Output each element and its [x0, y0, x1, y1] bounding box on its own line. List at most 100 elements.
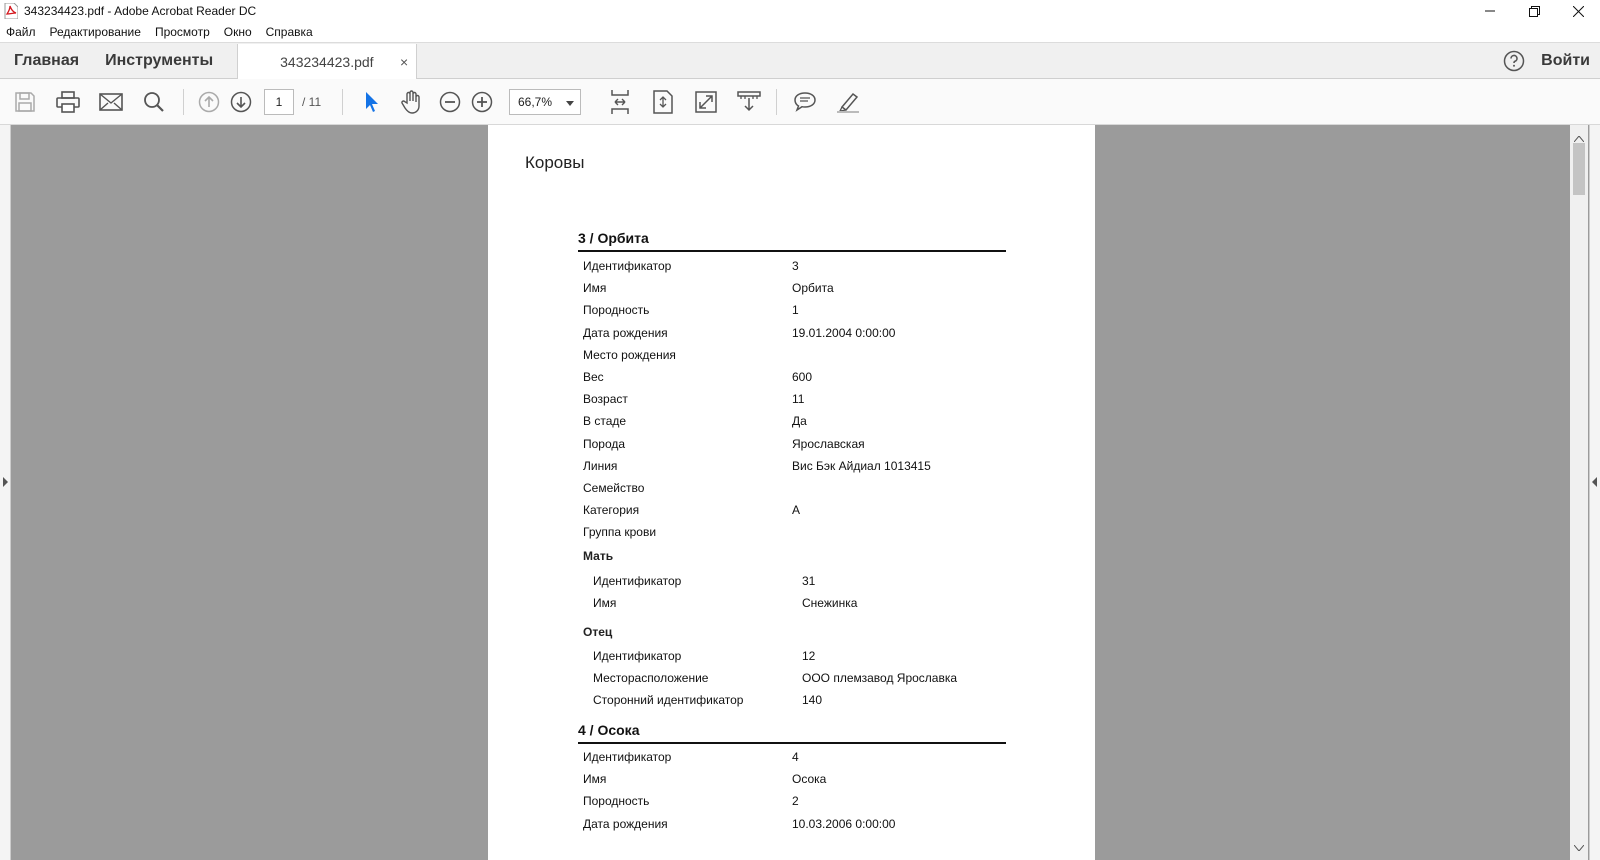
document-tab-label: 343234423.pdf: [280, 53, 374, 70]
field-value: 12: [802, 648, 816, 663]
field-row: Идентификатор 4: [578, 746, 1006, 768]
field-label: Семейство: [583, 480, 645, 495]
close-window-button[interactable]: [1556, 0, 1600, 22]
field-label: В стаде: [583, 414, 627, 429]
login-button[interactable]: Войти: [1541, 43, 1600, 78]
tab-tools[interactable]: Инструменты: [93, 43, 227, 78]
field-label: Имя: [583, 281, 607, 296]
record-osoka: 4 / Осока Идентификатор 4 Имя Осока Породн…: [578, 722, 1006, 835]
highlight-pen-icon[interactable]: [829, 86, 867, 118]
field-value: ООО племзавод Ярославка: [802, 671, 958, 686]
previous-page-icon[interactable]: [194, 86, 224, 118]
scrollbar-thumb[interactable]: [1573, 143, 1585, 195]
field-label: Месторасположение: [593, 671, 709, 686]
field-value: Осока: [792, 772, 827, 787]
field-label: Категория: [583, 503, 640, 518]
email-icon[interactable]: [92, 86, 130, 118]
record-heading: 4 / Осока: [578, 722, 1006, 744]
hand-tool-icon[interactable]: [393, 86, 431, 118]
zoom-level-value: 66,7%: [518, 94, 553, 109]
field-value: 2: [792, 794, 799, 809]
field-value: 140: [802, 693, 823, 708]
close-tab-icon[interactable]: ×: [400, 54, 408, 70]
title-bar: 343234423.pdf - Adobe Acrobat Reader DC: [0, 0, 1600, 22]
mother-heading: Мать: [583, 549, 614, 564]
scroll-mode-icon[interactable]: [601, 86, 639, 118]
field-label: Идентификатор: [583, 750, 672, 765]
print-icon[interactable]: [49, 86, 87, 118]
zoom-level-select[interactable]: 66,7%: [509, 88, 581, 115]
expand-right-panel-icon: [1592, 477, 1597, 487]
field-label: Идентификатор: [593, 573, 682, 588]
field-label: Породность: [583, 794, 650, 809]
field-value: 600: [792, 370, 813, 385]
father-block: Отец Идентификатор 12 Месторасположение ОО…: [578, 619, 1006, 712]
menu-edit[interactable]: Редактирование: [50, 25, 141, 39]
field-label: Дата рождения: [583, 816, 668, 831]
record-orbita: 3 / Орбита Идентификатор 3 Имя Орбита Поро…: [578, 230, 1006, 711]
field-value: А: [792, 503, 801, 518]
father-heading: Отец: [583, 624, 613, 639]
field-value: Ярославская: [792, 436, 865, 451]
vertical-scrollbar[interactable]: [1570, 125, 1588, 860]
full-screen-icon[interactable]: [687, 86, 725, 118]
record-heading: 3 / Орбита: [578, 230, 1006, 252]
field-row: Линия Вис Бэк Айдиал 1013415: [578, 455, 1006, 477]
restore-button[interactable]: [1512, 0, 1556, 22]
zoom-out-icon[interactable]: [435, 86, 465, 118]
toolbar: 1 / 11 66,7%: [0, 79, 1600, 125]
field-value: 1: [792, 303, 799, 318]
document-title: Коровы: [525, 153, 585, 172]
field-value: 10.03.2006 0:00:00: [792, 816, 896, 831]
comment-icon[interactable]: [786, 86, 824, 118]
field-row: Вес 600: [578, 366, 1006, 388]
field-value: 31: [802, 573, 816, 588]
field-row: Семейство: [578, 477, 1006, 499]
field-value: 19.01.2004 0:00:00: [792, 325, 896, 340]
field-value: Вис Бэк Айдиал 1013415: [792, 458, 931, 473]
tab-row: Главная Инструменты 343234423.pdf × Войт…: [0, 42, 1600, 79]
field-value: 4: [792, 750, 799, 765]
menu-file[interactable]: Файл: [6, 25, 36, 39]
page-number-input[interactable]: 1: [264, 88, 294, 115]
field-row: Идентификатор 31: [578, 569, 1006, 591]
document-viewport[interactable]: Коровы 3 / Орбита Идентификатор 3 Имя Орби…: [0, 125, 1600, 860]
field-row: Дата рождения 10.03.2006 0:00:00: [578, 813, 1006, 835]
mother-block: Мать Идентификатор 31 Имя Снежинка: [578, 543, 1006, 613]
search-icon[interactable]: [135, 86, 173, 118]
menu-window[interactable]: Окно: [224, 25, 252, 39]
field-row: Месторасположение ООО племзавод Ярославка: [578, 667, 1006, 689]
scroll-down-icon[interactable]: [1573, 838, 1585, 856]
fit-page-icon[interactable]: [644, 86, 682, 118]
tab-document[interactable]: 343234423.pdf ×: [237, 44, 418, 79]
pdf-page: Коровы 3 / Орбита Идентификатор 3 Имя Орби…: [488, 125, 1095, 860]
menu-view[interactable]: Просмотр: [155, 25, 210, 39]
menu-help[interactable]: Справка: [266, 25, 313, 39]
field-value: Орбита: [792, 281, 834, 296]
select-tool-icon[interactable]: [353, 86, 391, 118]
menu-bar: Файл Редактирование Просмотр Окно Справк…: [0, 22, 1600, 42]
next-page-icon[interactable]: [226, 86, 256, 118]
right-panel-toggle[interactable]: [1589, 125, 1600, 860]
field-label: Порода: [583, 436, 626, 451]
field-row: Имя Осока: [578, 768, 1006, 790]
field-row: Группа крови: [578, 521, 1006, 543]
tab-home[interactable]: Главная: [0, 43, 93, 78]
field-label: Имя: [583, 772, 607, 787]
field-row: Имя Орбита: [578, 277, 1006, 299]
field-label: Дата рождения: [583, 325, 668, 340]
field-label: Породность: [583, 303, 650, 318]
left-panel-toggle[interactable]: [0, 125, 11, 860]
field-row: Порода Ярославская: [578, 433, 1006, 455]
save-icon[interactable]: [6, 86, 44, 118]
field-label: Сторонний идентификатор: [593, 693, 744, 708]
zoom-in-icon[interactable]: [467, 86, 497, 118]
field-label: Имя: [593, 595, 617, 610]
field-label: Идентификатор: [593, 648, 682, 663]
field-row: Имя Снежинка: [578, 592, 1006, 614]
minimize-button[interactable]: [1468, 0, 1512, 22]
read-mode-icon[interactable]: [730, 86, 768, 118]
field-label: Место рождения: [583, 347, 676, 362]
help-icon[interactable]: [1503, 43, 1525, 78]
page-total: / 11: [302, 94, 322, 109]
